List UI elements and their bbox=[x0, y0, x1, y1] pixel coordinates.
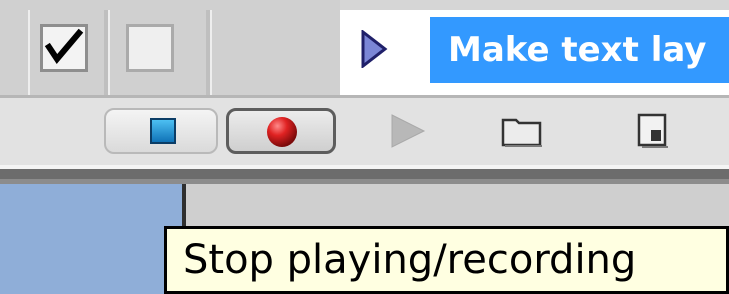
tooltip: Stop playing/recording bbox=[164, 226, 729, 294]
checkmark-icon bbox=[43, 27, 85, 69]
selected-action-item[interactable]: Make text lay bbox=[430, 17, 729, 83]
new-action-icon[interactable] bbox=[636, 112, 670, 150]
stop-button[interactable] bbox=[104, 108, 218, 154]
stop-square-icon bbox=[150, 118, 176, 144]
toggle-item-checkbox[interactable] bbox=[40, 24, 88, 72]
toggle-dialog-checkbox[interactable] bbox=[126, 24, 174, 72]
divider bbox=[108, 10, 110, 95]
triangle-right-icon[interactable] bbox=[360, 28, 388, 70]
divider bbox=[0, 169, 729, 179]
layers-panel-area bbox=[0, 184, 184, 294]
play-triangle-icon[interactable] bbox=[388, 112, 428, 150]
record-button[interactable] bbox=[226, 108, 336, 154]
record-dot-icon bbox=[265, 115, 299, 149]
folder-icon[interactable] bbox=[500, 114, 544, 148]
divider bbox=[28, 10, 30, 95]
divider bbox=[210, 10, 212, 95]
